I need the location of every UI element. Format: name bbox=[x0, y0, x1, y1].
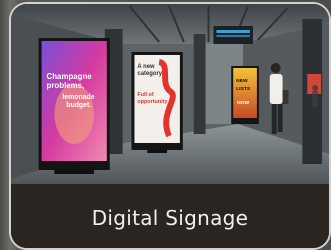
screen1-body-2: budget. bbox=[66, 102, 91, 109]
screen2-headline-1: A new bbox=[137, 64, 155, 70]
card-caption: Digital Signage bbox=[11, 184, 329, 248]
subway-station-image: Champagne problems, lemonade budget. A n… bbox=[11, 4, 329, 184]
card-label: Digital Signage bbox=[91, 206, 249, 230]
screen2-body-1: Full of bbox=[137, 92, 153, 98]
screen2-headline-2: category bbox=[137, 71, 162, 77]
screen2-body-2: opportunity bbox=[137, 99, 167, 105]
screen1-headline-1: Champagne bbox=[47, 72, 93, 81]
screen3-headline-2: LISTS bbox=[236, 86, 251, 92]
screen1-headline-2: problems, bbox=[47, 81, 85, 90]
screen3-body-1: NOW bbox=[237, 100, 249, 106]
digital-signage-card[interactable]: Champagne problems, lemonade budget. A n… bbox=[9, 2, 331, 250]
screen1-body-1: lemonade bbox=[62, 94, 94, 101]
screen3-headline-1: NEW bbox=[236, 78, 248, 84]
